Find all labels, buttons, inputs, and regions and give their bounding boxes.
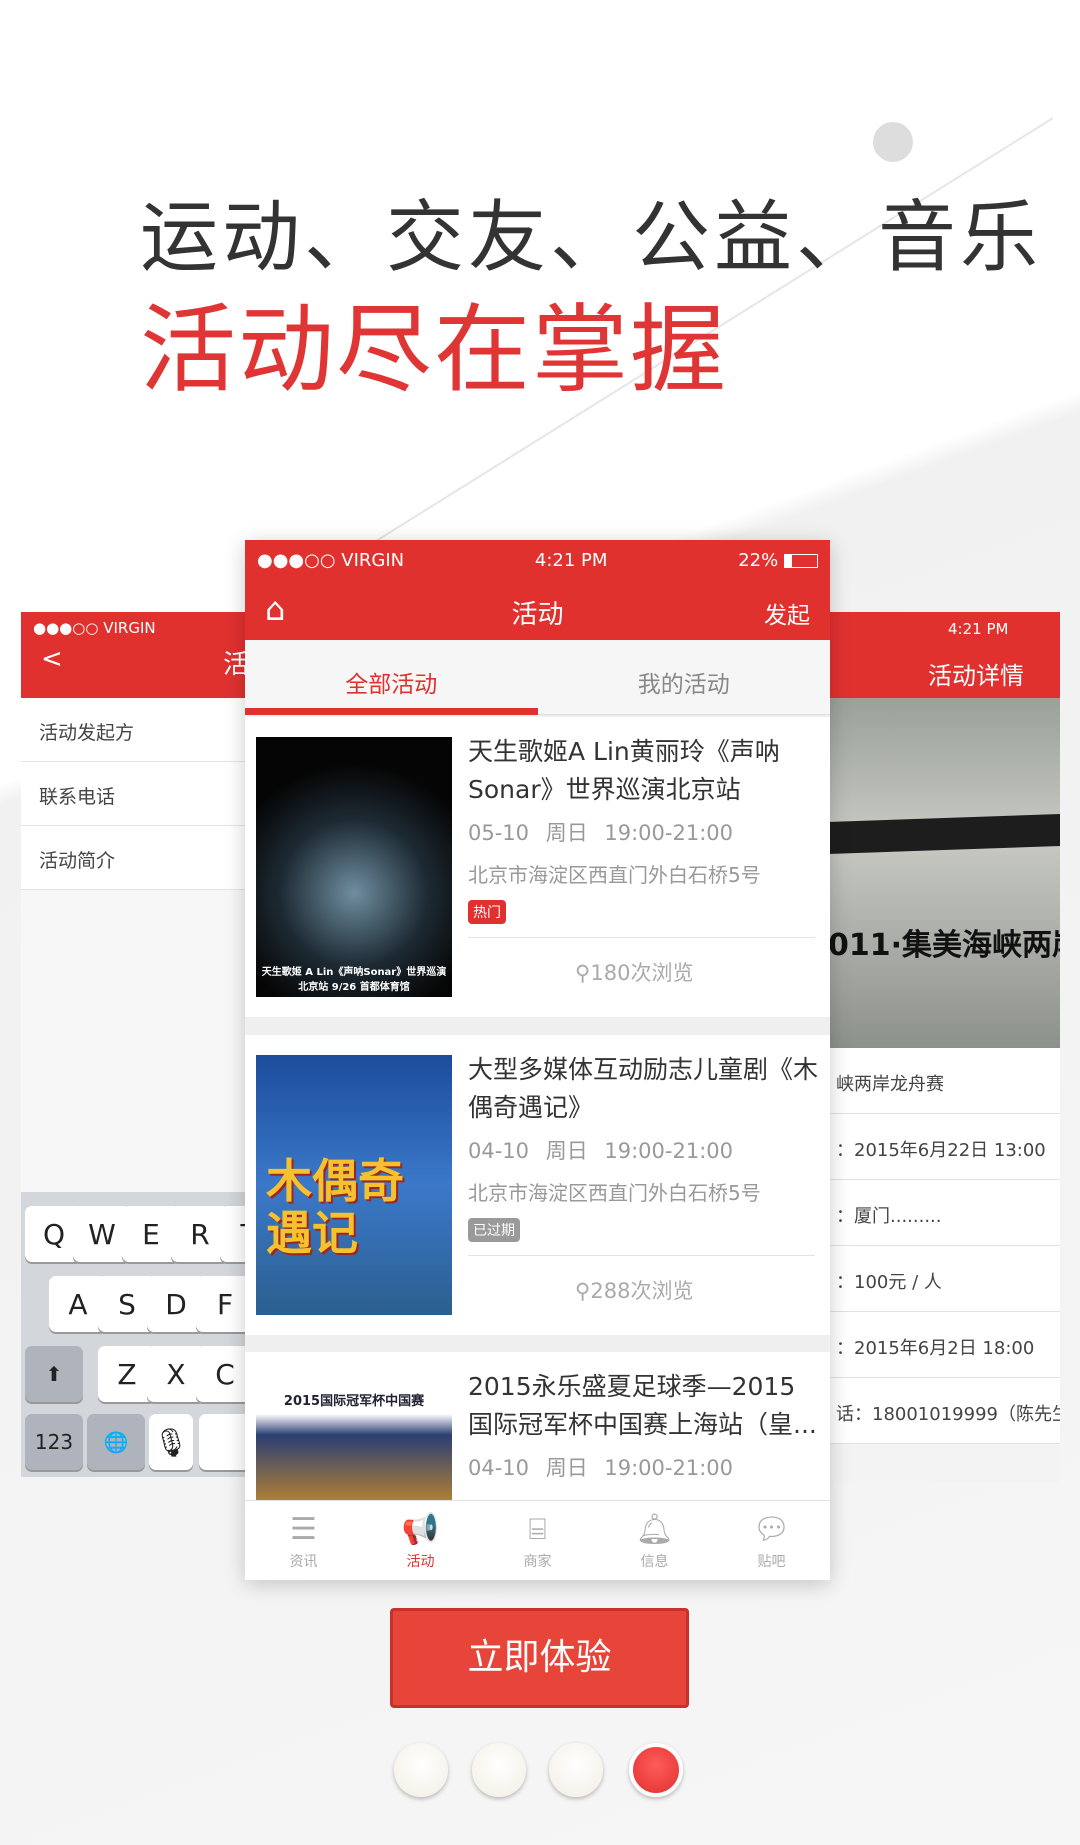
bottom-tab-messages[interactable]: 🔔︎ 信息 (596, 1501, 713, 1580)
pager-dot[interactable] (472, 1743, 526, 1797)
divider (468, 1255, 815, 1256)
carrier: ●●●○○ VIRGIN (257, 549, 405, 571)
globe-icon[interactable]: 🌐 (87, 1414, 145, 1470)
event-title: 2015永乐盛夏足球季—2015国际冠军杯中国赛上海站（皇... (468, 1372, 817, 1439)
bottom-tab-stores[interactable]: ⌸ 商家 (479, 1501, 596, 1580)
list-item[interactable]: 活动发起方 (21, 698, 245, 762)
headline-line1: 运动、交友、公益、音乐 (140, 193, 1043, 283)
event-date: 04-10 周日 19:00-21:00 (468, 1456, 733, 1480)
bottom-tab-bar: ☰ 资讯 📢 活动 ⌸ 商家 🔔︎ 信息 💬︎ 贴吧 (245, 1500, 830, 1580)
event-image-text: 011·集美海峡两岸 (828, 928, 1060, 963)
bottom-tab-forum[interactable]: 💬︎ 贴吧 (713, 1501, 830, 1580)
expired-badge: 已过期 (468, 1218, 520, 1242)
time: 4:21 PM (534, 549, 608, 571)
battery: 22% (738, 550, 818, 571)
event-image: 011·集美海峡两岸 (828, 698, 1060, 1048)
event-title: 天生歌姬A Lin黄丽玲《声呐Sonar》世界巡演北京站 (468, 737, 780, 804)
hot-badge: 热门 (468, 900, 506, 924)
chat-bubble-icon: 💬︎ (752, 1512, 791, 1547)
try-now-button[interactable]: 立即体验 (390, 1608, 689, 1708)
left-nav-bar: ●●●○○ VIRGIN < 活动 (21, 612, 245, 698)
event-date: 04-10 周日 19:00-21:00 (468, 1139, 733, 1163)
event-address: 北京市海淀区西直门外白石桥5号 (468, 863, 761, 887)
key-t[interactable]: T (220, 1206, 245, 1262)
store-icon: ⌸ (528, 1512, 547, 1547)
event-card[interactable]: 2015国际冠军杯中国赛 2015永乐盛夏足球季—2015国际冠军杯中国赛上海站… (245, 1352, 830, 1512)
chevron-left-icon[interactable]: < (41, 644, 63, 681)
detail-row: ：2015年6月22日 13:00 (828, 1114, 1060, 1180)
event-date: 05-10 周日 19:00-21:00 (468, 821, 733, 845)
center-nav-bar: ●●●○○ VIRGIN 4:21 PM 22% ⌂ 活动 发起 (245, 540, 830, 640)
detail-row: 话：18001019999（陈先生） (828, 1378, 1060, 1444)
shift-key[interactable]: ⬆ (25, 1346, 83, 1402)
news-icon: ☰ (290, 1512, 317, 1547)
right-nav-bar: 4:21 PM 活动详情 (828, 612, 1060, 698)
space-key[interactable] (199, 1414, 245, 1470)
create-button[interactable]: 发起 (764, 596, 810, 630)
time: 4:21 PM (948, 620, 1009, 638)
battery-icon (783, 553, 818, 568)
right-title: 活动详情 (928, 662, 1024, 690)
pager-dot-active[interactable] (629, 1743, 683, 1797)
tab-all-events[interactable]: 全部活动 (245, 640, 538, 714)
view-count: ⚲180次浏览 (575, 961, 694, 985)
event-poster: 天生歌姬 A Lin《声呐Sonar》世界巡演北京站 9/26 首都体育馆 (256, 737, 452, 997)
carrier: ●●●○○ VIRGIN (33, 619, 156, 637)
pager-dot[interactable] (394, 1743, 448, 1797)
nav-title: 活动 (511, 600, 564, 630)
headline-line2: 活动尽在掌握 (140, 294, 728, 406)
microphone-icon[interactable]: 🎙 (149, 1414, 193, 1470)
bottom-tab-events[interactable]: 📢 活动 (362, 1501, 479, 1580)
person-icon: ⚲ (575, 961, 591, 985)
event-poster: 2015国际冠军杯中国赛 (256, 1372, 452, 1512)
bell-icon: 🔔︎ (635, 1512, 674, 1547)
center-phone-screen: ●●●○○ VIRGIN 4:21 PM 22% ⌂ 活动 发起 全部活动 我的… (245, 540, 830, 1580)
bottom-tab-news[interactable]: ☰ 资讯 (245, 1501, 362, 1580)
list-item[interactable]: 活动简介 (21, 826, 245, 890)
list-item[interactable]: 联系电话 (21, 762, 245, 826)
keyboard: Q W E R T A S D F ⬆ Z X C 123 🌐 🎙 (21, 1192, 245, 1477)
pager-dot[interactable] (549, 1743, 603, 1797)
numbers-key[interactable]: 123 (25, 1414, 83, 1470)
event-poster: 木偶奇遇记 (256, 1055, 452, 1315)
right-phone-screen: 4:21 PM 活动详情 011·集美海峡两岸 峡两岸龙舟赛 ：2015年6月2… (828, 612, 1060, 1482)
detail-row: ：100元 / 人 (828, 1246, 1060, 1312)
left-title: 活动 (222, 650, 245, 680)
view-count: ⚲288次浏览 (575, 1279, 694, 1303)
decorative-dot (873, 122, 913, 162)
event-card[interactable]: 木偶奇遇记 大型多媒体互动励志儿童剧《木偶奇遇记》 04-10 周日 19:00… (245, 1035, 830, 1335)
event-title: 大型多媒体互动励志儿童剧《木偶奇遇记》 (468, 1055, 818, 1122)
tab-my-events[interactable]: 我的活动 (538, 640, 831, 714)
event-address: 北京市海淀区西直门外白石桥5号 (468, 1181, 761, 1205)
tab-bar: 全部活动 我的活动 (245, 640, 830, 715)
key-f[interactable]: F (196, 1276, 245, 1332)
person-icon: ⚲ (575, 1279, 591, 1303)
divider (468, 937, 815, 938)
left-phone-screen: ●●●○○ VIRGIN < 活动 活动发起方 联系电话 活动简介 Q W E … (21, 612, 245, 1477)
detail-row: ：厦门......... (828, 1180, 1060, 1246)
megaphone-icon: 📢 (401, 1512, 440, 1547)
key-c[interactable]: C (196, 1346, 245, 1402)
detail-row: ：2015年6月2日 18:00 (828, 1312, 1060, 1378)
event-card[interactable]: 天生歌姬 A Lin《声呐Sonar》世界巡演北京站 9/26 首都体育馆 天生… (245, 717, 830, 1017)
active-tab-indicator (245, 708, 538, 715)
detail-row: 峡两岸龙舟赛 (828, 1048, 1060, 1114)
